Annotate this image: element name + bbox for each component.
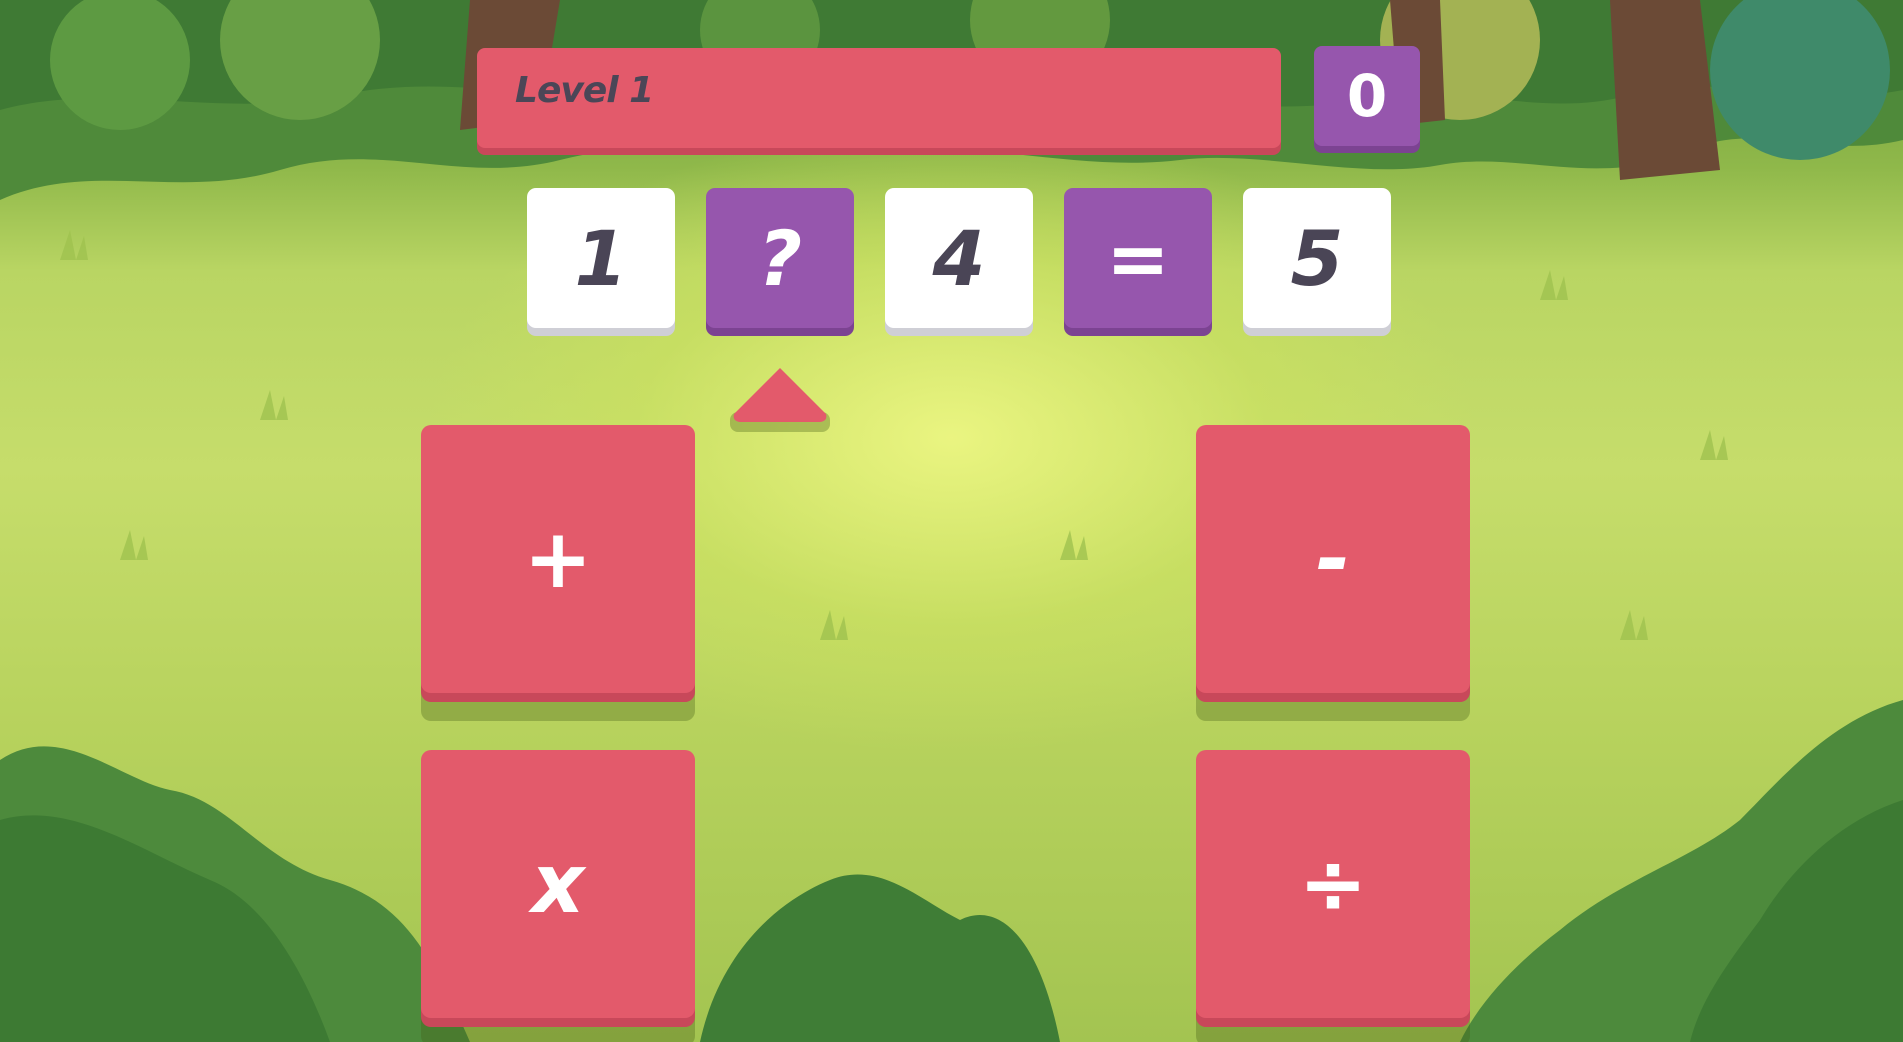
forest-scenery <box>0 0 1903 1042</box>
level-bar: Level 1 <box>477 48 1281 148</box>
equation-result: 5 <box>1243 188 1391 356</box>
equation-operand-1: 1 <box>527 188 675 356</box>
multiply-button[interactable]: x <box>421 750 695 1018</box>
minus-button[interactable]: - <box>1196 425 1470 693</box>
plus-button[interactable]: + <box>421 425 695 693</box>
equation-operand-2: 4 <box>885 188 1033 356</box>
equation-equals-sign: = <box>1064 188 1212 356</box>
divide-button[interactable]: ÷ <box>1196 750 1470 1018</box>
forest-background <box>0 0 1903 1042</box>
equation-operator-slot: ? <box>706 188 854 356</box>
level-label: Level 1 <box>515 70 654 111</box>
score-counter: 0 <box>1314 46 1420 146</box>
up-triangle-icon <box>730 368 830 432</box>
